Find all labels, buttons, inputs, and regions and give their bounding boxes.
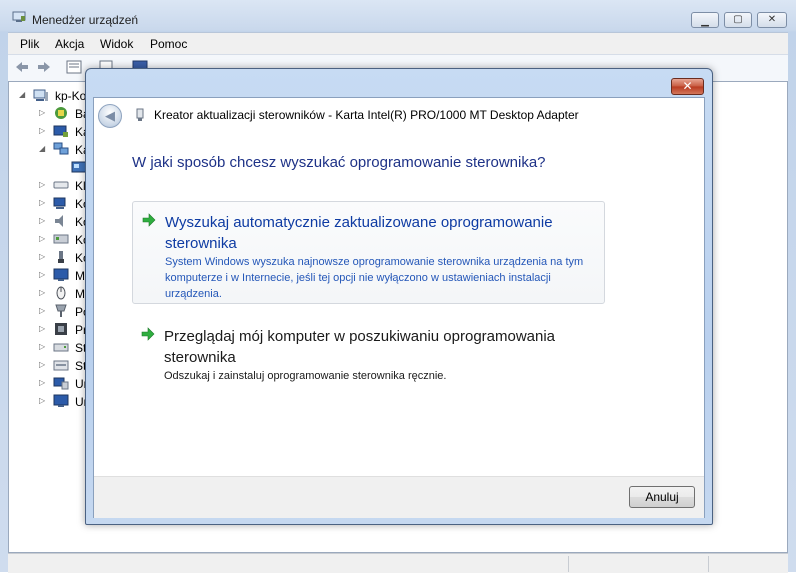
driver-update-wizard: ✕ ◀ Kreator aktualizacji sterowników - K… [85,68,713,525]
close-icon: ✕ [682,79,693,93]
option-title: Wyszukaj automatycznie zaktualizowane op… [165,214,553,252]
tree-item-label: M [75,287,85,301]
back-button[interactable]: ◀ [98,104,122,128]
display-adapter-icon [53,125,68,137]
forward-arrow-icon[interactable] [36,60,52,74]
expand-arrow-icon[interactable]: ▷ [39,361,47,369]
wizard-close-button[interactable]: ✕ [671,78,704,95]
expand-arrow-icon[interactable]: ▷ [39,271,47,279]
expand-arrow-icon[interactable]: ▷ [39,379,47,387]
keyboard-icon [53,181,69,189]
close-button[interactable]: ✕ [757,12,787,28]
expand-arrow-icon[interactable]: ▷ [39,343,47,351]
monitor-icon [53,268,69,281]
expand-arrow-icon[interactable]: ▷ [39,325,47,333]
wizard-footer: Anuluj [94,476,704,518]
expand-arrow-icon[interactable]: ▷ [39,127,47,135]
browse-computer-option[interactable]: Przeglądaj mój komputer w poszukiwaniu o… [132,316,605,386]
tree-item-label: M [75,269,85,283]
expand-arrow-icon[interactable]: ▷ [39,217,47,225]
storage-controller-icon [53,360,69,371]
minimize-icon: ▁ [701,16,709,27]
properties-icon[interactable] [66,60,82,74]
processor-icon [55,323,67,335]
port-icon [55,304,67,317]
green-arrow-icon [142,213,156,227]
green-arrow-icon [141,327,155,341]
network-adapter-icon [53,142,69,155]
expand-arrow-icon[interactable]: ▷ [39,181,47,189]
collapse-arrow-icon[interactable]: ◢ [19,91,27,99]
option-title: Przeglądaj mój komputer w poszukiwaniu o… [164,328,556,366]
status-bar [8,553,788,573]
expand-arrow-icon[interactable]: ▷ [39,289,47,297]
wizard-title: Kreator aktualizacji sterowników - Karta… [154,108,579,122]
option-description: Odszukaj i zainstaluj oprogramowanie ste… [164,370,447,382]
system-device-icon [53,377,69,390]
computer-icon [53,197,66,209]
wizard-body: ◀ Kreator aktualizacji sterowników - Kar… [93,97,705,518]
computer-icon [33,89,48,101]
wizard-header: ◀ Kreator aktualizacji sterowników - Kar… [94,98,704,132]
wizard-question: W jaki sposób chcesz wyszukać oprogramow… [132,154,546,171]
expand-arrow-icon[interactable]: ▷ [39,307,47,315]
close-icon: ✕ [767,14,777,25]
status-divider [568,556,569,572]
menu-bar: Plik Akcja Widok Pomoc [8,32,788,55]
maximize-icon: ▢ [733,14,743,25]
menu-file[interactable]: Plik [20,37,39,51]
expand-arrow-icon[interactable]: ▷ [39,109,47,117]
disk-drive-icon [53,343,69,352]
sound-icon [55,215,63,227]
back-arrow-icon[interactable] [14,60,30,74]
expand-arrow-icon[interactable]: ▷ [39,235,47,243]
maximize-button[interactable]: ▢ [724,12,752,28]
display-device-icon [53,394,69,407]
expand-arrow-icon[interactable]: ▷ [39,253,47,261]
expand-arrow-icon[interactable]: ▷ [39,397,47,405]
expand-arrow-icon[interactable]: ▷ [39,199,47,207]
option-description: System Windows wyszuka najnowsze oprogra… [165,256,584,300]
ide-controller-icon [53,234,69,244]
menu-action[interactable]: Akcja [55,37,84,51]
menu-view[interactable]: Widok [100,37,133,51]
battery-icon [55,107,67,119]
window-title: Menedżer urządzeń [32,13,139,27]
status-divider [708,556,709,572]
usb-controller-icon [58,251,64,263]
device-manager-icon [12,11,26,22]
tree-item-label: kp-Ko [55,89,87,103]
collapse-arrow-icon[interactable]: ◢ [39,145,47,153]
device-manager-titlebar[interactable]: Menedżer urządzeń ▁ ▢ ✕ [0,0,796,32]
search-automatically-option[interactable]: Wyszukaj automatycznie zaktualizowane op… [132,201,605,304]
minimize-button[interactable]: ▁ [691,12,719,28]
back-arrow-icon: ◀ [105,108,115,123]
mouse-icon [56,286,66,300]
device-driver-icon [136,108,144,121]
menu-help[interactable]: Pomoc [150,37,187,51]
cancel-button[interactable]: Anuluj [629,486,695,508]
